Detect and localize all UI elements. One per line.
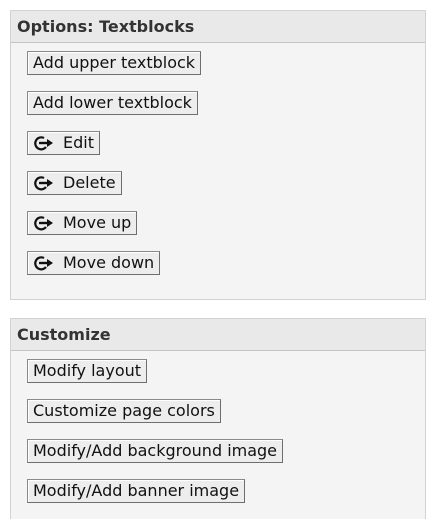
delete-button[interactable]: Delete	[27, 171, 122, 195]
customize-page-colors-label: Customize page colors	[33, 401, 215, 420]
modify-add-banner-image-label: Modify/Add banner image	[33, 481, 240, 500]
add-lower-textblock-button[interactable]: Add lower textblock	[27, 91, 198, 115]
undo-arrow-icon	[32, 255, 60, 271]
add-lower-textblock-label: Add lower textblock	[33, 93, 192, 112]
move-up-button[interactable]: Move up	[27, 211, 138, 235]
edit-button[interactable]: Edit	[27, 131, 100, 155]
textblocks-panel: Options: Textblocks Add upper textblock …	[10, 10, 426, 300]
customize-panel: Customize Modify layout Customize page c…	[10, 318, 426, 519]
modify-layout-label: Modify layout	[33, 361, 142, 380]
add-upper-textblock-label: Add upper textblock	[33, 53, 196, 72]
add-upper-textblock-button[interactable]: Add upper textblock	[27, 51, 202, 75]
undo-arrow-icon	[32, 175, 60, 191]
modify-add-banner-image-button[interactable]: Modify/Add banner image	[27, 479, 246, 503]
modify-add-background-image-button[interactable]: Modify/Add background image	[27, 439, 284, 463]
undo-arrow-icon	[32, 215, 60, 231]
undo-arrow-icon	[32, 135, 60, 151]
modify-add-background-image-label: Modify/Add background image	[33, 441, 278, 460]
edit-label: Edit	[63, 133, 94, 152]
move-down-label: Move down	[63, 253, 155, 272]
customize-panel-title: Customize	[11, 319, 425, 351]
textblocks-panel-title: Options: Textblocks	[11, 11, 425, 43]
move-up-label: Move up	[63, 213, 132, 232]
delete-label: Delete	[63, 173, 116, 192]
customize-page-colors-button[interactable]: Customize page colors	[27, 399, 221, 423]
modify-layout-button[interactable]: Modify layout	[27, 359, 148, 383]
move-down-button[interactable]: Move down	[27, 251, 161, 275]
